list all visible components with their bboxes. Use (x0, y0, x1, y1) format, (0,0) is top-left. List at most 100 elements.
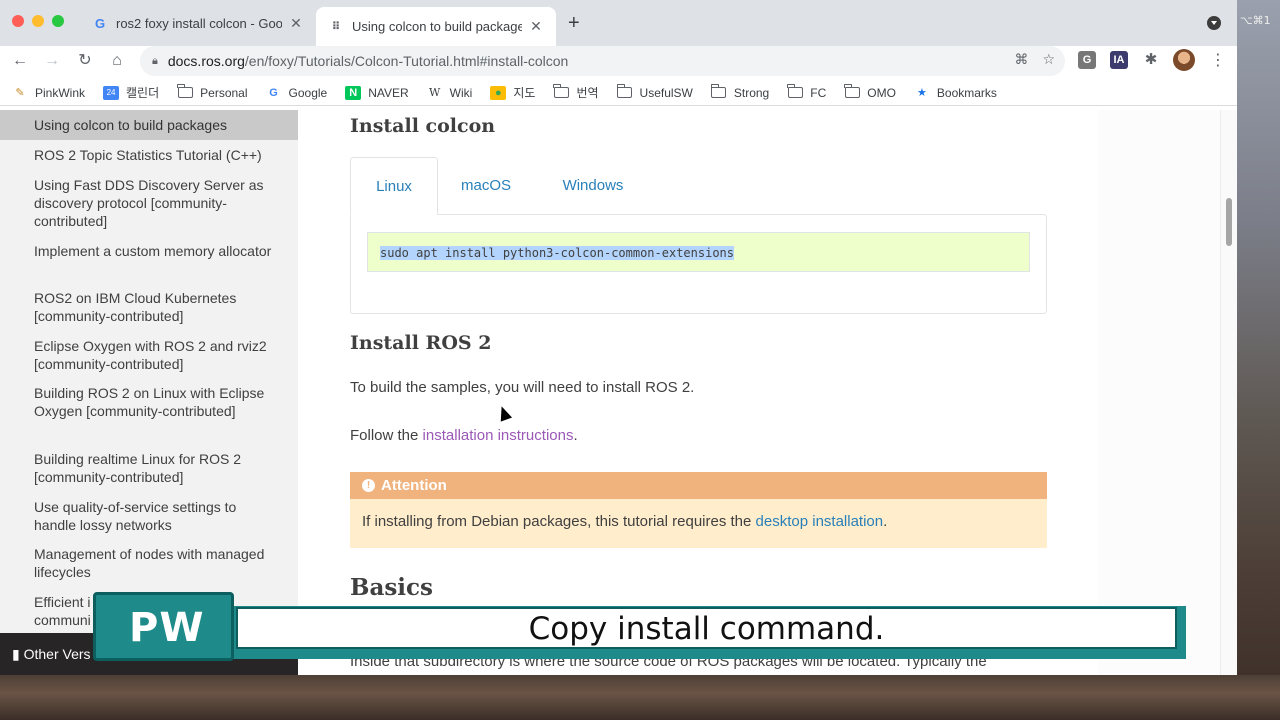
tab-strip: G ros2 foxy install colcon - Goog ✕ ⠿ Us… (0, 0, 1237, 46)
menu-kebab-icon[interactable]: ⋮ (1210, 50, 1226, 70)
sidebar-item[interactable]: Implement a custom memory allocator (0, 242, 298, 260)
install-command-code[interactable]: sudo apt install python3-colcon-common-e… (367, 232, 1030, 272)
toolbar: ← → ↻ ⌂ 🔒︎ docs.ros.org/en/foxy/Tutorial… (0, 46, 1237, 76)
attention-admonition: ! Attention If installing from Debian pac… (350, 472, 1047, 548)
translate-icon[interactable]: ⌘ (1014, 51, 1028, 68)
bookmark-google[interactable]: G Google (266, 86, 327, 100)
keyboard-shortcut-indicator: ⌥⌘1 (1240, 14, 1271, 27)
folder-icon (787, 84, 803, 100)
pen-icon: ✎ (15, 87, 25, 99)
tab-google-search[interactable]: G ros2 foxy install colcon - Goog ✕ (80, 7, 316, 40)
tab-macos[interactable]: macOS (446, 157, 526, 214)
attention-prefix: If installing from Debian packages, this… (362, 513, 756, 530)
bookmark-translate[interactable]: 번역 (553, 84, 599, 101)
bookmark-label: PinkWink (35, 85, 86, 100)
bookmark-wiki[interactable]: W Wiki (427, 85, 473, 100)
sidebar-item[interactable]: Building realtime Linux for ROS 2 [commu… (0, 450, 298, 486)
bookmark-label: NAVER (368, 85, 409, 100)
exclamation-icon: ! (362, 479, 375, 492)
reload-icon[interactable]: ↻ (73, 49, 97, 73)
tab-title: Using colcon to build packages (352, 19, 522, 34)
bookmark-strong[interactable]: Strong (710, 84, 770, 100)
minimize-window-button[interactable] (32, 15, 44, 27)
sidebar-item[interactable]: Using Fast DDS Discovery Server as disco… (0, 176, 298, 230)
bookmark-map[interactable]: ● 지도 (490, 84, 535, 101)
other-versions-label: Other Vers (23, 646, 91, 662)
zoom-window-button[interactable] (52, 15, 64, 27)
bookmark-star-icon[interactable]: ☆ (1042, 51, 1055, 68)
sidebar-item[interactable]: ROS2 on IBM Cloud Kubernetes [community-… (0, 289, 298, 325)
bookmark-naver[interactable]: N NAVER (345, 85, 409, 100)
page-viewport: Using colcon to build packages ROS 2 Top… (0, 110, 1237, 675)
map-pin-icon: ● (490, 85, 507, 100)
bookmark-label: Wiki (449, 85, 473, 100)
back-icon[interactable]: ← (8, 49, 32, 73)
bookmark-pinkwink[interactable]: ✎ PinkWink (12, 86, 85, 100)
attention-suffix: . (883, 513, 888, 530)
home-icon[interactable]: ⌂ (105, 49, 129, 73)
bookmark-label: UsefulSW (639, 85, 693, 100)
tab-search-icon[interactable] (1207, 16, 1221, 30)
close-window-button[interactable] (12, 15, 24, 27)
tab-windows[interactable]: Windows (545, 157, 641, 214)
attention-body: If installing from Debian packages, this… (350, 499, 1047, 544)
docs-sidebar: Using colcon to build packages ROS 2 Top… (0, 110, 298, 675)
selected-code-text[interactable]: sudo apt install python3-colcon-common-e… (380, 246, 735, 260)
desktop-background: ⌥⌘1 (1237, 0, 1280, 720)
tab-colcon-tutorial[interactable]: ⠿ Using colcon to build packages ✕ (316, 7, 556, 46)
address-bar[interactable]: 🔒︎ docs.ros.org/en/foxy/Tutorials/Colcon… (140, 46, 1065, 76)
bookmark-label: FC (810, 85, 827, 100)
new-tab-button[interactable]: + (568, 12, 580, 35)
sidebar-item[interactable]: ROS 2 Topic Statistics Tutorial (C++) (0, 146, 298, 164)
close-icon[interactable]: ✕ (528, 18, 544, 35)
bookmark-label: 캘린더 (126, 86, 160, 100)
install-colcon-heading: Install colcon (350, 115, 496, 137)
bookmark-label: OMO (867, 85, 896, 100)
calendar-icon: 24 (103, 85, 120, 100)
sidebar-item[interactable]: Management of nodes with managed lifecyc… (0, 545, 298, 581)
desktop-background-bottom (0, 675, 1280, 720)
sidebar-item[interactable]: Eclipse Oxygen with ROS 2 and rviz2 [com… (0, 337, 298, 373)
bookmark-bookmarks[interactable]: ★ Bookmarks (914, 86, 997, 100)
bookmark-label: Bookmarks (936, 85, 997, 100)
bookmark-fc[interactable]: FC (787, 84, 827, 100)
close-icon[interactable]: ✕ (288, 15, 304, 32)
url-host: docs.ros.org (167, 53, 245, 69)
bookmark-usefulsw[interactable]: UsefulSW (616, 84, 693, 100)
profile-avatar[interactable] (1173, 49, 1195, 71)
pw-logo-text: PW (129, 605, 205, 651)
bookmark-calendar[interactable]: 24 캘린더 (103, 84, 159, 101)
google-icon: G (269, 86, 278, 99)
install-ros-heading: Install ROS 2 (350, 332, 492, 354)
bookmark-label: 지도 (513, 86, 536, 100)
attention-header: ! Attention (350, 472, 1047, 499)
caption-text: Copy install command. (236, 607, 1177, 649)
grammarly-extension-icon[interactable]: G (1078, 51, 1096, 69)
sidebar-item-current[interactable]: Using colcon to build packages (0, 110, 298, 140)
wiki-icon: W (429, 86, 441, 99)
folder-icon (710, 84, 727, 100)
desktop-installation-link[interactable]: desktop installation (756, 513, 884, 530)
scrollbar-thumb[interactable] (1226, 198, 1232, 246)
attention-title: Attention (381, 477, 447, 494)
bookmarks-bar: ✎ PinkWink 24 캘린더 Personal G Google N NAVER … (0, 80, 1237, 106)
tab-linux[interactable]: Linux (350, 157, 438, 215)
folder-icon (177, 84, 193, 100)
sidebar-item[interactable]: Building ROS 2 on Linux with Eclipse Oxy… (0, 384, 298, 420)
basics-heading: Basics (350, 574, 433, 601)
forward-icon[interactable]: → (40, 49, 64, 73)
ia-extension-icon[interactable]: IA (1110, 51, 1128, 69)
bookmark-label: Strong (733, 85, 770, 100)
lock-icon: 🔒︎ (152, 54, 158, 67)
scrollbar-track[interactable] (1220, 110, 1237, 675)
installation-instructions-link[interactable]: installation instructions (423, 427, 574, 444)
bookmark-personal[interactable]: Personal (177, 84, 248, 100)
bookmark-omo[interactable]: OMO (844, 84, 896, 100)
tab-title: ros2 foxy install colcon - Goog (116, 16, 282, 31)
pw-logo: PW (93, 592, 234, 661)
right-gutter (1098, 110, 1220, 675)
extensions-puzzle-icon[interactable]: ✱ (1142, 51, 1160, 69)
url-path: /en/foxy/Tutorials/Colcon-Tutorial.html#… (244, 53, 569, 69)
browser-window: G ros2 foxy install colcon - Goog ✕ ⠿ Us… (0, 0, 1237, 675)
sidebar-item[interactable]: Use quality-of-service settings to handl… (0, 498, 298, 534)
